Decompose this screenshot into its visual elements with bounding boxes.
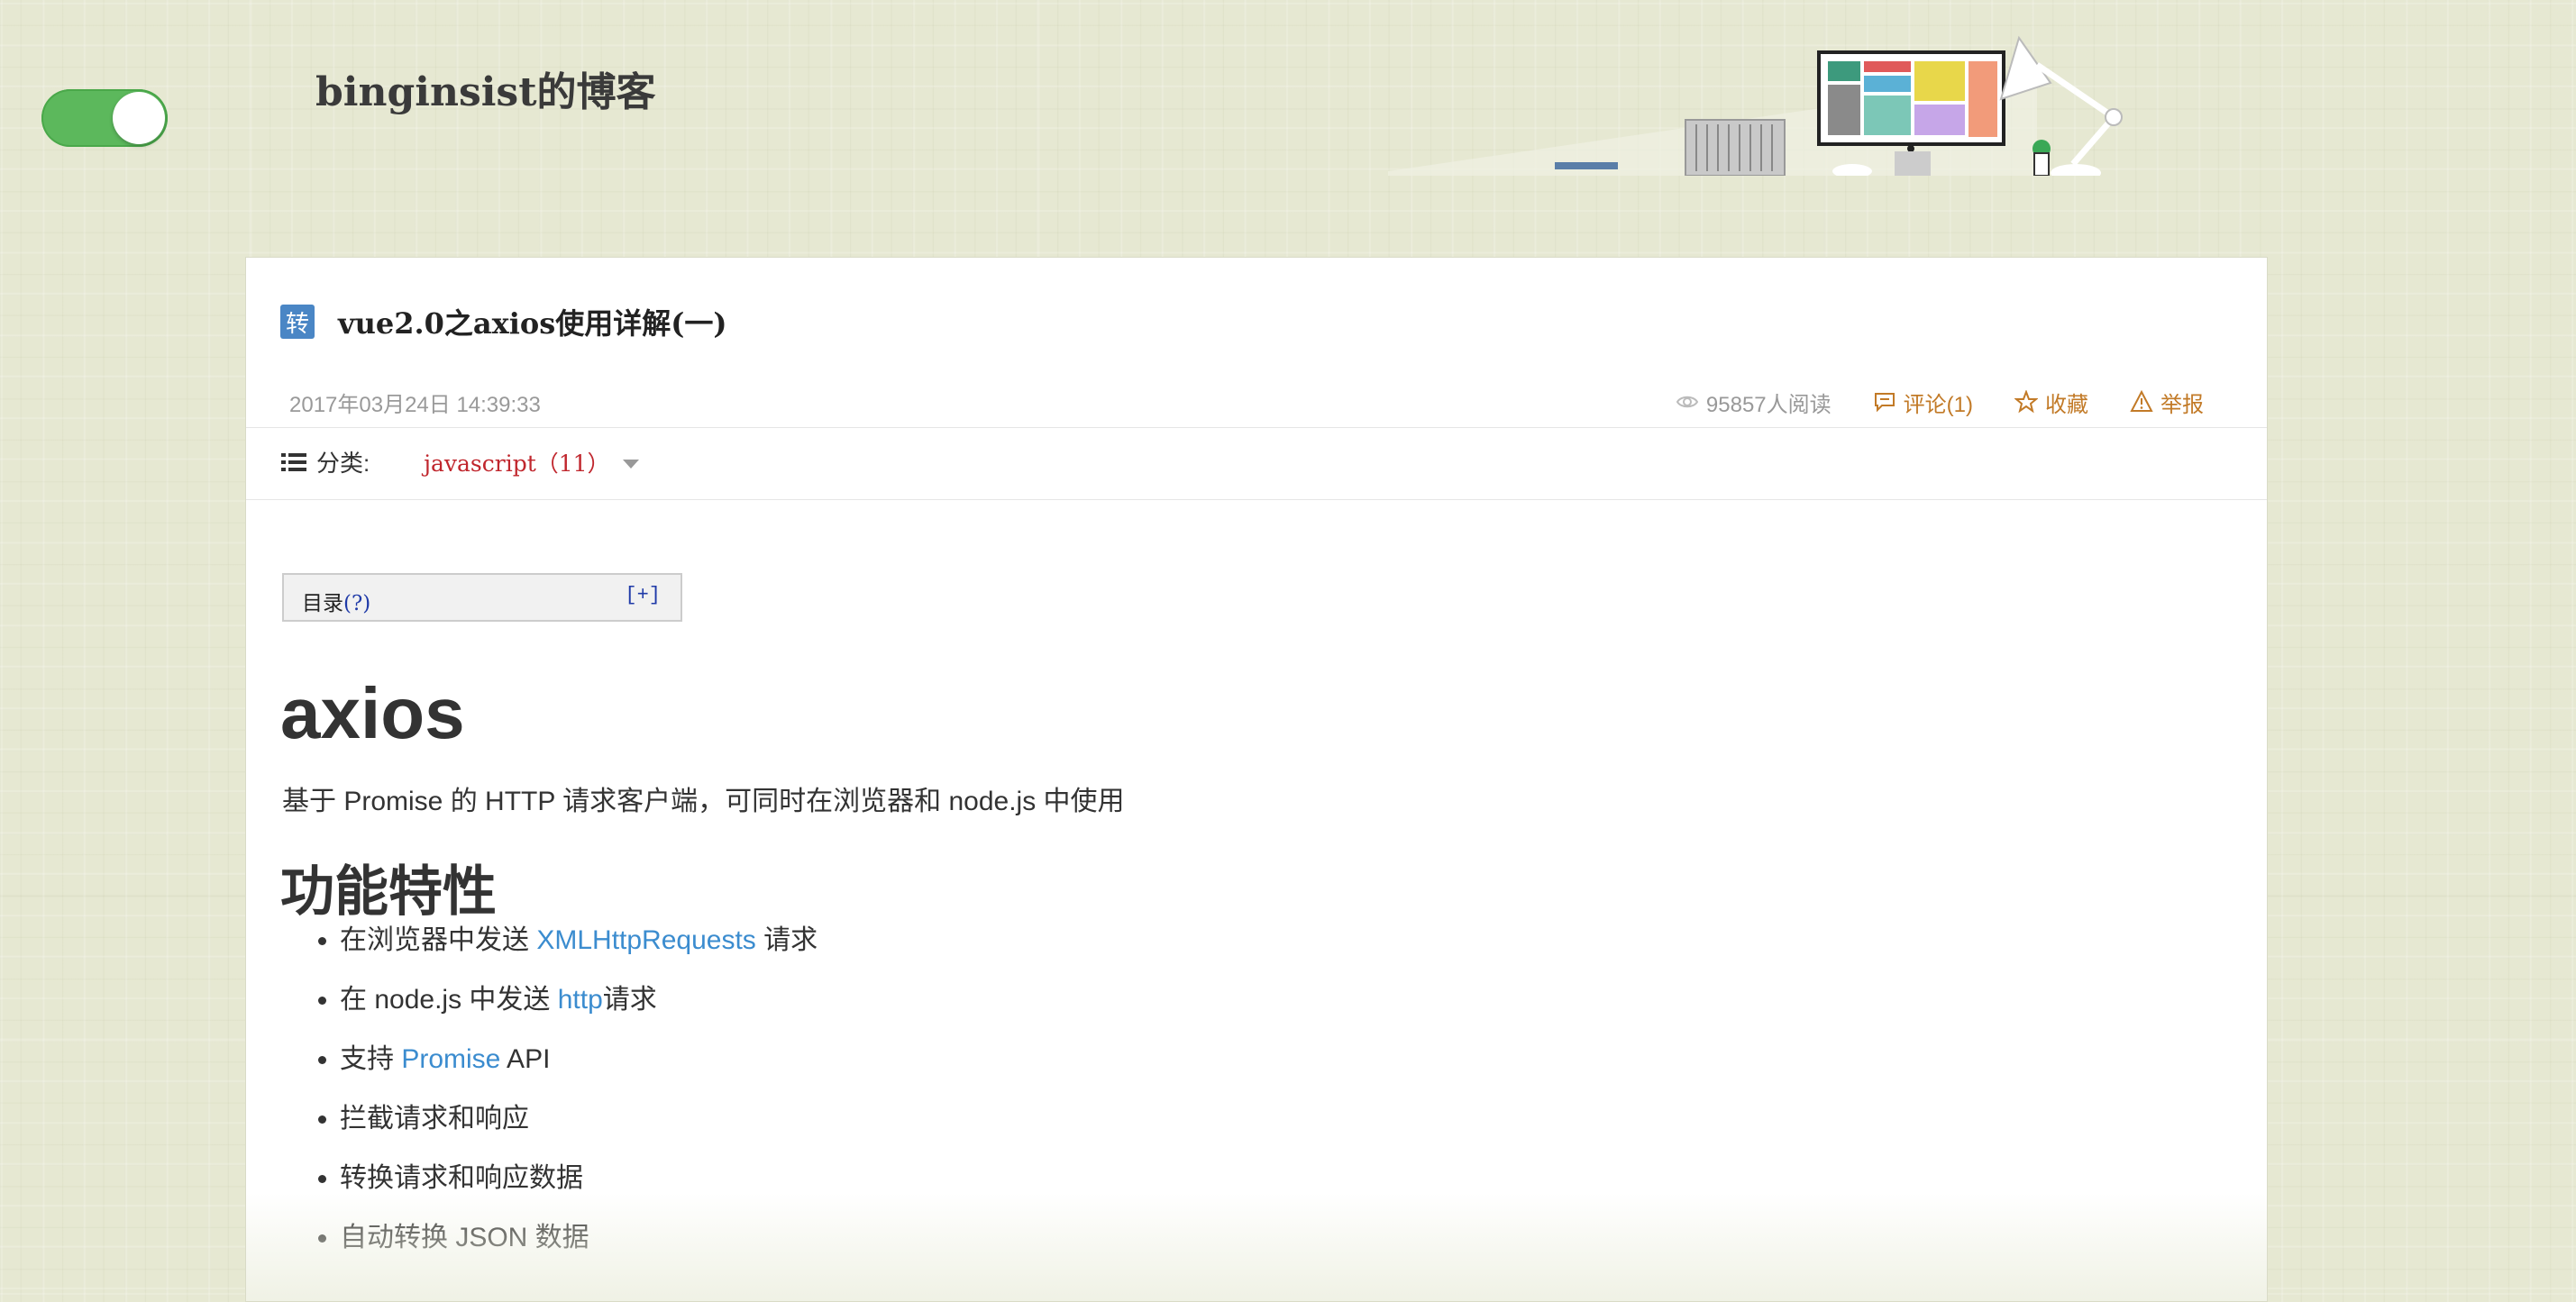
article-title-row: 转 vue2.0之axios使用详解(一) xyxy=(280,301,727,342)
report-button[interactable]: 举报 xyxy=(2130,387,2204,418)
category-divider xyxy=(246,499,2267,500)
list-icon xyxy=(281,452,306,471)
warning-icon xyxy=(2130,390,2153,412)
toc-help-link[interactable]: (?) xyxy=(343,592,370,615)
feature-link[interactable]: Promise xyxy=(401,1044,500,1074)
feature-link[interactable]: http xyxy=(558,985,603,1015)
list-item: 自动转换 JSON 数据 xyxy=(340,1220,818,1279)
comments-text: 评论(1) xyxy=(1903,392,1973,417)
feature-link[interactable]: XMLHttpRequests xyxy=(536,925,755,955)
theme-toggle[interactable] xyxy=(41,89,168,147)
list-item: 转换请求和响应数据 xyxy=(340,1161,818,1220)
table-of-contents: 目录(?) [+] xyxy=(282,573,682,622)
toc-expand-button[interactable]: [+] xyxy=(625,584,661,606)
content-heading: axios xyxy=(280,673,465,753)
list-item: 在 node.js 中发送 http请求 xyxy=(340,982,818,1042)
repost-badge: 转 xyxy=(280,305,315,339)
report-text: 举报 xyxy=(2160,392,2204,417)
blog-title[interactable]: binginsist的博客 xyxy=(315,59,656,117)
content-intro: 基于 Promise 的 HTTP 请求客户端，可同时在浏览器和 node.js… xyxy=(282,787,1125,816)
favorite-text: 收藏 xyxy=(2045,392,2088,417)
chevron-down-icon[interactable] xyxy=(622,459,639,469)
list-item: 拦截请求和响应 xyxy=(340,1101,818,1161)
list-item: 支持 Promise API xyxy=(340,1042,818,1101)
article-title[interactable]: vue2.0之axios使用详解(一) xyxy=(338,301,727,342)
view-count: 95857人阅读 xyxy=(1676,387,1832,418)
header-illustration xyxy=(1388,35,2123,176)
meta-divider xyxy=(246,427,2267,428)
comments-link[interactable]: 评论(1) xyxy=(1873,387,1973,418)
comment-icon xyxy=(1874,393,1895,413)
toggle-knob xyxy=(113,92,165,144)
category-label: 分类: xyxy=(316,450,370,477)
list-item: 在浏览器中发送 XMLHttpRequests 请求 xyxy=(340,923,818,982)
toc-label: 目录(?) xyxy=(302,592,371,615)
article-card: 转 vue2.0之axios使用详解(一) 2017年03月24日 14:39:… xyxy=(245,257,2268,1302)
features-heading: 功能特性 xyxy=(280,861,497,922)
publish-date: 2017年03月24日 14:39:33 xyxy=(289,392,541,417)
category-row: 分类: javascript（11） xyxy=(280,445,639,478)
article-meta: 2017年03月24日 14:39:33 95857人阅读 评论(1) 收藏 举… xyxy=(289,384,2204,420)
view-count-text: 95857人阅读 xyxy=(1705,392,1832,417)
favorite-button[interactable]: 收藏 xyxy=(2014,387,2088,418)
eye-icon xyxy=(1676,396,1699,408)
features-list: 在浏览器中发送 XMLHttpRequests 请求 在 node.js 中发送… xyxy=(282,923,818,1279)
star-icon xyxy=(2014,390,2038,414)
category-link[interactable]: javascript（11） xyxy=(424,446,609,478)
